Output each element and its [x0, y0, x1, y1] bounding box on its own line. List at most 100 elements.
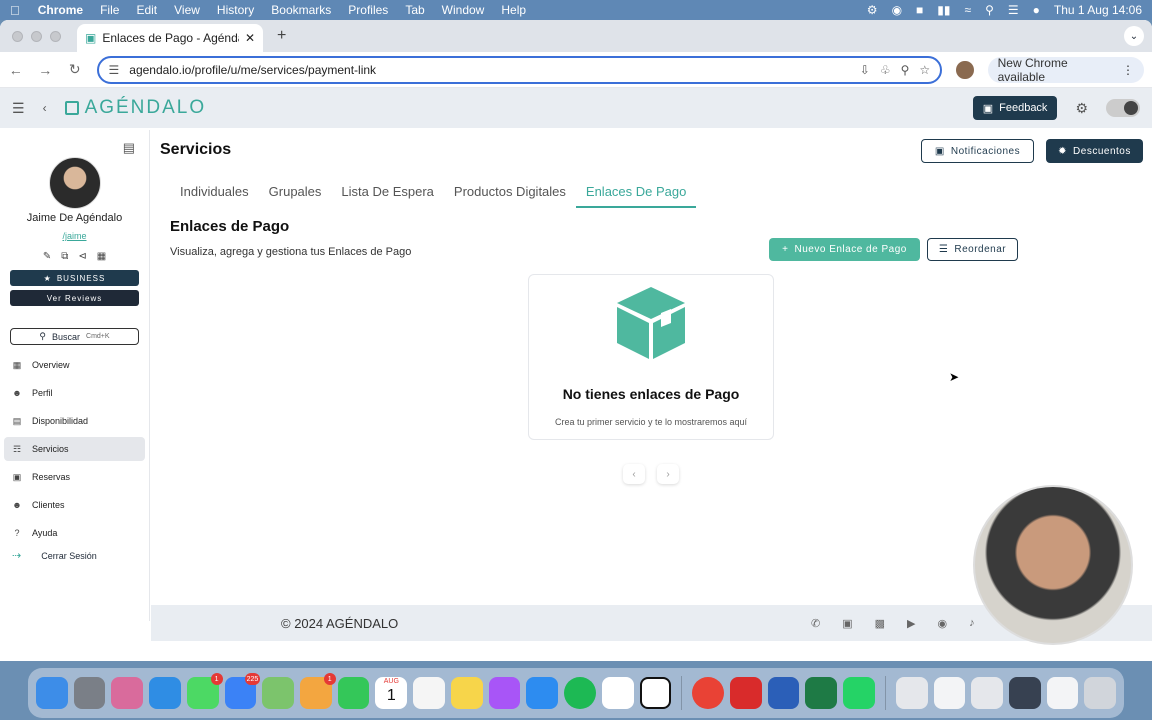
reminders-icon[interactable]: [413, 677, 445, 709]
recent-window-icon[interactable]: [971, 677, 1003, 709]
collapse-chevron-icon[interactable]: ‹: [43, 101, 47, 115]
edit-icon[interactable]: ✎: [43, 251, 51, 262]
sidebar-item-clientes[interactable]: ☻ Clientes: [4, 493, 145, 517]
flag-status-icon[interactable]: ■: [916, 3, 923, 17]
reload-icon[interactable]: ↻: [67, 61, 83, 78]
messages-icon[interactable]: 1: [186, 673, 223, 709]
copy-icon[interactable]: ⧉: [61, 251, 68, 262]
hamburger-icon[interactable]: ☰: [12, 100, 25, 117]
tab-search-chevron-icon[interactable]: ⌄: [1124, 26, 1144, 46]
next-page-icon[interactable]: ›: [657, 464, 679, 484]
system-settings-icon[interactable]: [73, 677, 106, 709]
facetime-icon[interactable]: [337, 677, 370, 709]
mail-icon[interactable]: 225: [224, 673, 261, 709]
app-store-icon[interactable]: [526, 677, 559, 709]
menubar-clock[interactable]: Thu 1 Aug 14:06: [1054, 3, 1142, 17]
battery-icon[interactable]: ▮▮: [937, 3, 950, 17]
recent-window-icon[interactable]: [933, 677, 966, 709]
sidebar-item-disponibilidad[interactable]: ▤ Disponibilidad: [4, 409, 145, 433]
descuentos-button[interactable]: ✹ Descuentos: [1046, 139, 1143, 163]
bookmark-star-icon[interactable]: ☆: [919, 63, 930, 77]
whatsapp-icon[interactable]: ✆: [811, 617, 820, 630]
zoom-icon[interactable]: ⚲: [901, 63, 910, 77]
word-icon[interactable]: [767, 677, 800, 709]
address-bar[interactable]: ☰ agendalo.io/profile/u/me/services/paym…: [96, 55, 943, 84]
youtube-icon[interactable]: ▶: [907, 617, 915, 630]
control-center-icon[interactable]: ☰: [1008, 3, 1019, 17]
new-tab-icon[interactable]: +: [277, 27, 286, 45]
feedback-button[interactable]: ▣ Feedback: [972, 96, 1058, 120]
theme-gear-icon[interactable]: ⚙: [1075, 100, 1088, 117]
notificaciones-button[interactable]: ▣ Notificaciones: [921, 139, 1034, 163]
qr-code-icon[interactable]: ▦: [97, 251, 106, 262]
browser-tab[interactable]: ▣ Enlaces de Pago - Agéndalo / ✕: [77, 24, 263, 52]
spotify-icon[interactable]: [564, 677, 596, 709]
spotlight-icon[interactable]: ⚲: [985, 3, 994, 17]
recent-window-icon[interactable]: [895, 677, 928, 709]
menu-window[interactable]: Window: [442, 3, 485, 17]
facebook-icon[interactable]: ◉: [938, 617, 948, 630]
back-icon[interactable]: ←: [8, 62, 24, 78]
tab-productos-digitales[interactable]: Productos Digitales: [444, 184, 576, 208]
menu-help[interactable]: Help: [501, 3, 526, 17]
apple-icon[interactable]: : [10, 3, 20, 18]
whatsapp-app-icon[interactable]: [843, 677, 875, 709]
site-info-icon[interactable]: ☰: [109, 63, 120, 77]
zoom-window-button[interactable]: [50, 30, 61, 42]
tab-lista-de-espera[interactable]: Lista De Espera: [331, 184, 444, 208]
app-logo[interactable]: AGÉNDALO: [64, 97, 207, 119]
forward-icon[interactable]: →: [38, 62, 54, 78]
calendar-app-icon[interactable]: AUG 1: [375, 677, 408, 709]
launchpad-icon[interactable]: [111, 677, 144, 709]
prev-page-icon[interactable]: ‹: [623, 464, 645, 484]
linkedin-icon[interactable]: ▩: [875, 617, 885, 630]
url-text[interactable]: agendalo.io/profile/u/me/services/paymen…: [129, 63, 850, 77]
profile-card-icon[interactable]: ▤: [123, 140, 135, 156]
menu-view[interactable]: View: [174, 3, 200, 17]
tab-enlaces-de-pago[interactable]: Enlaces De Pago: [575, 184, 697, 208]
reorder-button[interactable]: ☰ Reordenar: [927, 238, 1018, 261]
tab-individuales[interactable]: Individuales: [170, 184, 259, 208]
share-icon[interactable]: ⊲: [78, 251, 86, 262]
recent-window-icon[interactable]: [1008, 677, 1041, 709]
mongodb-icon[interactable]: [601, 677, 634, 709]
settings-status-icon[interactable]: ⚙: [867, 3, 878, 17]
instagram-icon[interactable]: ▣: [842, 617, 852, 630]
sidebar-item-reservas[interactable]: ▣ Reservas: [4, 465, 145, 489]
menu-edit[interactable]: Edit: [136, 3, 157, 17]
maps-icon[interactable]: [262, 677, 295, 709]
avatar[interactable]: [48, 157, 101, 209]
translate-icon[interactable]: ♧: [880, 63, 891, 77]
sidebar-item-ayuda[interactable]: ? Ayuda: [4, 521, 145, 545]
notes-icon[interactable]: [450, 677, 483, 709]
safari-icon[interactable]: [149, 677, 181, 709]
finder-icon[interactable]: [36, 677, 68, 709]
logout-button[interactable]: ⇢ Cerrar Sesión: [0, 549, 149, 562]
menu-bookmarks[interactable]: Bookmarks: [271, 3, 331, 17]
menu-profiles[interactable]: Profiles: [348, 3, 388, 17]
menu-app-name[interactable]: Chrome: [38, 3, 83, 17]
more-vert-icon[interactable]: ⋮: [1122, 63, 1134, 77]
close-tab-icon[interactable]: ✕: [245, 31, 255, 45]
profile-username-link[interactable]: /jaime: [0, 231, 149, 241]
sidebar-item-overview[interactable]: ▦ Overview: [4, 353, 145, 377]
tiktok-icon[interactable]: ♪: [969, 617, 975, 630]
theme-toggle[interactable]: [1106, 99, 1140, 117]
podcasts-icon[interactable]: [488, 677, 521, 709]
record-status-icon[interactable]: ◉: [892, 3, 902, 17]
trash-icon[interactable]: [1084, 677, 1117, 709]
notion-icon[interactable]: [639, 677, 672, 709]
acrobat-icon[interactable]: [729, 677, 762, 709]
sidebar-item-perfil[interactable]: ☻ Perfil: [4, 381, 145, 405]
siri-icon[interactable]: ●: [1033, 3, 1040, 17]
recent-window-icon[interactable]: [1046, 677, 1079, 709]
chrome-icon[interactable]: [692, 677, 724, 709]
ver-reviews-button[interactable]: Ver Reviews: [10, 290, 139, 306]
minimize-window-button[interactable]: [31, 30, 42, 42]
new-payment-link-button[interactable]: + Nuevo Enlace de Pago: [769, 238, 920, 261]
excel-icon[interactable]: [805, 677, 838, 709]
wifi-icon[interactable]: ≈: [965, 3, 972, 17]
menu-file[interactable]: File: [100, 3, 119, 17]
business-badge[interactable]: ★ BUSINESS: [10, 270, 139, 286]
menu-history[interactable]: History: [217, 3, 254, 17]
